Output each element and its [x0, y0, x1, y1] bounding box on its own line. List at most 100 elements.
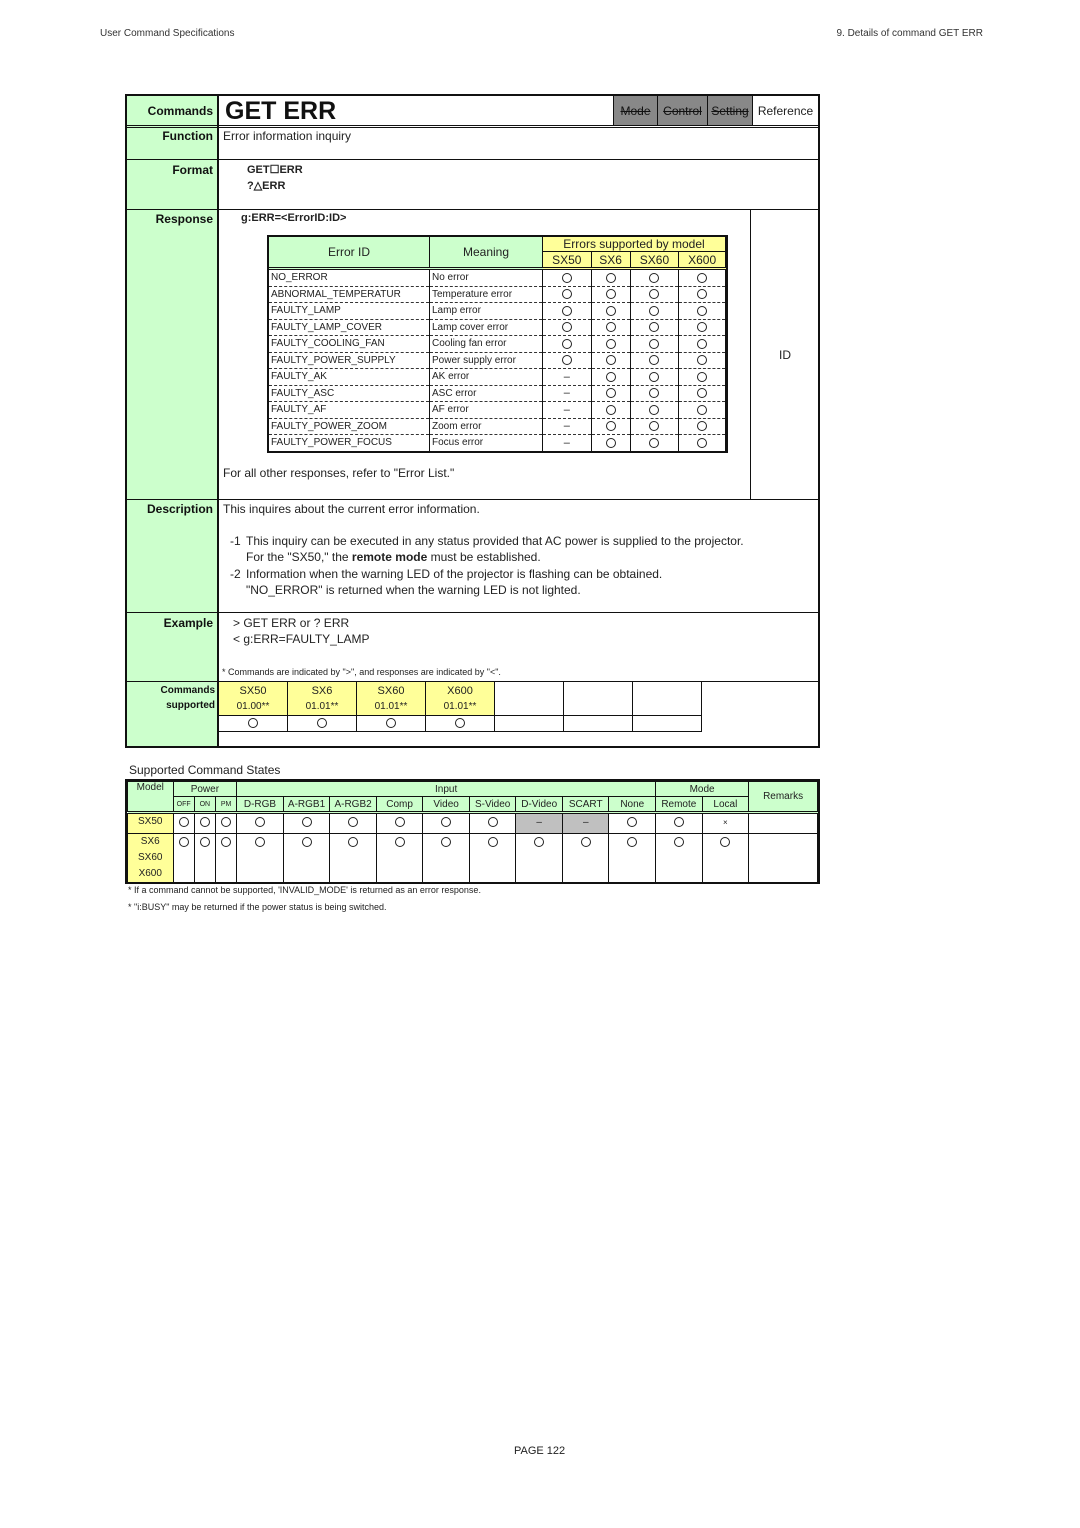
tag-setting: Setting — [707, 96, 752, 126]
states-footnote: * "i:BUSY" may be returned if the power … — [128, 902, 387, 912]
supported-circle-icon — [697, 355, 708, 366]
supported-circle-icon — [605, 388, 616, 399]
state-value — [329, 833, 377, 882]
divider — [127, 125, 818, 128]
header-power-off: OFF — [172, 796, 195, 813]
supported-circle-icon — [487, 817, 498, 828]
error-id: FAULTY_POWER_FOCUS — [269, 434, 430, 451]
tag-mode: Mode — [613, 96, 657, 126]
support-sx6 — [591, 401, 631, 418]
supported-circle-icon — [199, 817, 210, 828]
not-supported-dash: – — [582, 817, 589, 828]
page-header-left: User Command Specifications — [100, 28, 235, 39]
commands-supported-label-line-2: supported — [166, 700, 215, 711]
state-value — [422, 811, 470, 834]
state-value — [375, 833, 424, 882]
support-sx6 — [591, 434, 631, 451]
error-row: FAULTY_LAMP Lamp error — [269, 302, 726, 319]
supported-circle-icon — [301, 817, 312, 828]
supported-circle-icon — [697, 421, 708, 432]
state-value — [214, 833, 238, 882]
supported-circle-icon — [649, 421, 660, 432]
error-row: FAULTY_AF AF error – — [269, 401, 726, 418]
state-value — [172, 811, 195, 834]
header-input-scart: SCART — [561, 796, 610, 813]
error-meaning: Zoom error — [429, 417, 543, 435]
response-side-divider — [750, 209, 751, 499]
support-sx6 — [591, 417, 631, 435]
line-text: "NO_ERROR" is returned when the warning … — [246, 583, 581, 597]
support-x600 — [678, 267, 726, 286]
header-model-x600: X600 — [678, 251, 726, 269]
cs-support-cell — [357, 716, 426, 732]
support-sx60 — [630, 285, 680, 303]
supported-circle-icon — [649, 338, 660, 349]
not-supported-dash: – — [536, 817, 542, 828]
cs-version: 01.01** — [305, 701, 339, 712]
description-item-number: -2 — [230, 567, 241, 581]
supported-circle-icon — [605, 272, 616, 283]
cs-model-cell — [633, 682, 702, 716]
supported-circle-icon — [394, 817, 405, 828]
supported-circle-icon — [255, 837, 265, 848]
response-label: Response — [155, 212, 213, 226]
not-supported-dash: – — [563, 436, 570, 449]
example-label: Example — [163, 616, 213, 630]
state-value — [468, 833, 517, 882]
state-value — [608, 811, 657, 834]
state-value — [236, 811, 284, 834]
support-x600 — [678, 318, 726, 336]
state-remarks — [748, 811, 818, 834]
state-value: – — [515, 811, 563, 834]
not-supported-dash: – — [563, 370, 570, 383]
not-supported-dash: – — [563, 387, 570, 400]
support-sx50 — [542, 335, 592, 352]
supported-circle-icon — [605, 355, 616, 366]
cs-model-cell — [564, 682, 633, 716]
tag-label: Control — [663, 104, 702, 118]
format-line-1: GET☐ERR — [247, 164, 303, 176]
support-sx60 — [630, 302, 680, 319]
cs-model: SX50 — [239, 685, 267, 697]
commands-supported-label: Commands supported — [161, 683, 215, 713]
supported-circle-icon — [255, 817, 265, 828]
error-id: FAULTY_AK — [269, 368, 430, 385]
support-sx50 — [542, 318, 592, 336]
support-x600 — [678, 417, 726, 435]
support-sx6 — [591, 335, 631, 352]
supported-circle-icon — [605, 338, 616, 349]
supported-circle-icon — [487, 837, 498, 848]
cs-model-cell: SX50 01.00** — [219, 682, 288, 716]
model-name: SX50 — [138, 816, 163, 827]
states-footnote: * If a command cannot be supported, 'INV… — [128, 885, 481, 895]
support-sx50: – — [542, 434, 592, 451]
support-sx6 — [591, 267, 631, 286]
label-column — [127, 96, 219, 746]
supported-circle-icon — [561, 355, 572, 366]
state-value — [422, 833, 470, 882]
support-sx60 — [630, 417, 680, 435]
supported-circle-icon — [561, 289, 572, 300]
divider — [127, 612, 818, 613]
supported-circle-icon — [199, 837, 210, 848]
support-sx6 — [591, 318, 631, 336]
supported-circle-icon — [605, 371, 616, 382]
supported-circle-icon — [673, 837, 684, 848]
header-power: Power — [172, 781, 238, 797]
error-meaning: Temperature error — [429, 285, 543, 303]
divider — [127, 209, 818, 210]
page-number: PAGE 122 — [514, 1445, 566, 1457]
header-model: Model — [127, 781, 174, 813]
state-value — [561, 833, 610, 882]
support-sx60 — [630, 434, 680, 451]
header-input-d-rgb: D-RGB — [236, 796, 284, 813]
tag-control: Control — [657, 96, 707, 126]
supported-circle-icon — [627, 837, 638, 848]
response-side-label: ID — [779, 348, 791, 362]
support-sx60 — [630, 401, 680, 418]
supported-circle-icon — [301, 837, 312, 848]
supported-circle-icon — [348, 817, 359, 828]
state-value — [214, 811, 238, 834]
error-meaning: Power supply error — [429, 351, 543, 369]
support-sx6 — [591, 384, 631, 402]
